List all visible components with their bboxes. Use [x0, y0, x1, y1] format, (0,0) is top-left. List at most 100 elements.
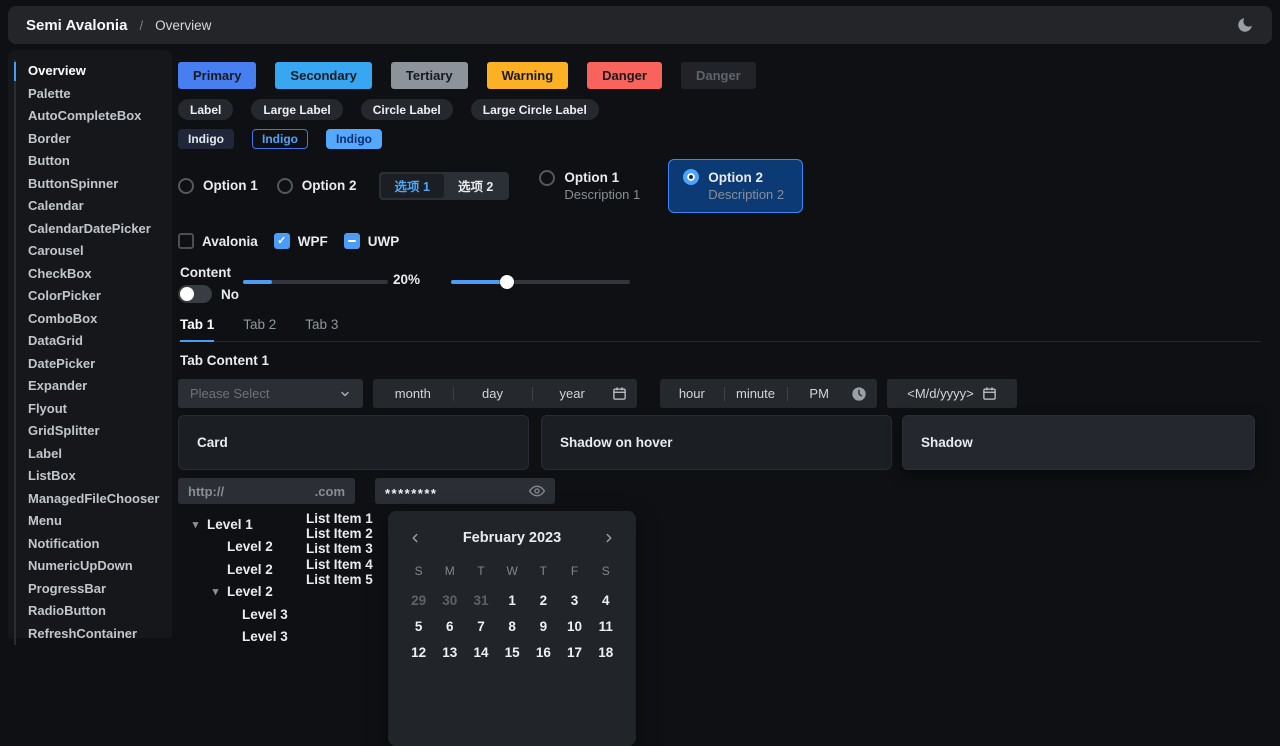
calendar-day[interactable]: 18 — [590, 639, 621, 665]
tree-node[interactable]: Level 3 — [182, 626, 288, 649]
time-picker-segment[interactable]: hour — [660, 379, 724, 408]
sidebar-item[interactable]: Label — [16, 443, 172, 466]
sidebar-item[interactable]: Button — [16, 150, 172, 173]
date-picker-segment[interactable]: month — [373, 379, 453, 408]
checkbox[interactable]: ✓ WPF — [274, 233, 328, 249]
calendar-day[interactable]: 10 — [559, 613, 590, 639]
sidebar-item[interactable]: ColorPicker — [16, 285, 172, 308]
calendar-date-picker[interactable]: <M/d/yyyy> — [887, 379, 1017, 408]
sidebar-item[interactable]: ListBox — [16, 465, 172, 488]
calendar-day[interactable]: 4 — [590, 587, 621, 613]
sidebar-item[interactable]: Expander — [16, 375, 172, 398]
calendar-icon[interactable] — [982, 386, 997, 401]
calendar-day[interactable]: 13 — [434, 639, 465, 665]
tree-node[interactable]: Level 2 — [182, 536, 288, 559]
moon-icon[interactable] — [1236, 16, 1254, 34]
sidebar-item[interactable]: AutoCompleteBox — [16, 105, 172, 128]
tab[interactable]: Tab 1 — [180, 315, 214, 342]
calendar-day[interactable]: 12 — [403, 639, 434, 665]
calendar-day[interactable]: 8 — [497, 613, 528, 639]
sidebar-item[interactable]: Carousel — [16, 240, 172, 263]
calendar-day[interactable]: 29 — [403, 587, 434, 613]
eye-icon[interactable] — [529, 483, 545, 499]
sidebar-item[interactable]: Calendar — [16, 195, 172, 218]
date-picker-segment[interactable]: year — [532, 379, 612, 408]
demo-button[interactable]: Danger — [587, 62, 662, 89]
sidebar-item[interactable]: NumericUpDown — [16, 555, 172, 578]
radio-card-selected[interactable]: Option 2 Description 2 — [668, 159, 803, 213]
list-item[interactable]: List Item 2 — [306, 526, 373, 541]
sidebar-item[interactable]: Border — [16, 128, 172, 151]
list-item[interactable]: List Item 1 — [306, 511, 373, 526]
sidebar-item[interactable]: GridSplitter — [16, 420, 172, 443]
tree-node[interactable]: Level 3 — [182, 603, 288, 626]
sidebar-item[interactable]: DatePicker — [16, 353, 172, 376]
calendar-day[interactable]: 15 — [497, 639, 528, 665]
radio-with-description[interactable]: Option 1 Description 1 — [539, 169, 640, 203]
date-picker[interactable]: monthdayyear — [373, 379, 637, 408]
sidebar-item[interactable]: Flyout — [16, 398, 172, 421]
slider[interactable] — [451, 280, 630, 284]
chevron-down-icon[interactable]: ▾ — [190, 518, 201, 531]
calendar-day[interactable]: 17 — [559, 639, 590, 665]
time-picker-segment[interactable]: PM — [787, 379, 851, 408]
calendar-day[interactable]: 3 — [559, 587, 590, 613]
sidebar-item[interactable]: Menu — [16, 510, 172, 533]
sidebar-item[interactable]: ProgressBar — [16, 578, 172, 601]
calendar-icon[interactable] — [612, 386, 627, 401]
sidebar-item[interactable]: RadioButton — [16, 600, 172, 623]
tab[interactable]: Tab 2 — [243, 315, 276, 341]
url-input[interactable]: http:// .com — [178, 478, 355, 504]
slider-thumb[interactable] — [500, 275, 514, 289]
calendar-day[interactable]: 1 — [497, 587, 528, 613]
sidebar-item[interactable]: Notification — [16, 533, 172, 556]
toggle-switch[interactable] — [178, 285, 212, 303]
calendar-day[interactable]: 2 — [528, 587, 559, 613]
time-picker[interactable]: hourminutePM — [660, 379, 877, 408]
sidebar-item[interactable]: CalendarDatePicker — [16, 218, 172, 241]
sidebar-item[interactable]: Palette — [16, 83, 172, 106]
demo-button[interactable]: Tertiary — [391, 62, 468, 89]
tree-node[interactable]: ▾ Level 1 — [182, 513, 288, 536]
clock-icon[interactable] — [851, 386, 867, 402]
radio-option-1[interactable]: Option 1 — [178, 178, 258, 194]
list-item[interactable]: List Item 5 — [306, 572, 373, 587]
checkbox[interactable]: Avalonia — [178, 233, 258, 249]
calendar-day[interactable]: 31 — [465, 587, 496, 613]
date-picker-segment[interactable]: day — [453, 379, 533, 408]
demo-button[interactable]: Primary — [178, 62, 256, 89]
password-input[interactable]: ******** — [375, 478, 555, 504]
chevron-down-icon[interactable]: ▾ — [210, 585, 221, 598]
sidebar-item[interactable]: DataGrid — [16, 330, 172, 353]
segmented-option[interactable]: 选项 1 — [381, 174, 444, 198]
chevron-left-icon[interactable] — [403, 526, 427, 550]
calendar-month-title[interactable]: February 2023 — [427, 530, 597, 546]
calendar-day[interactable]: 30 — [434, 587, 465, 613]
chevron-right-icon[interactable] — [597, 526, 621, 550]
radio-option-2[interactable]: Option 2 — [277, 178, 357, 194]
demo-button[interactable]: Secondary — [275, 62, 371, 89]
tab[interactable]: Tab 3 — [305, 315, 338, 341]
segmented-option[interactable]: 选项 2 — [444, 174, 507, 198]
segmented-control[interactable]: 选项 1 选项 2 — [379, 172, 510, 200]
calendar-day[interactable]: 6 — [434, 613, 465, 639]
tree-node[interactable]: Level 2 — [182, 558, 288, 581]
calendar-day[interactable]: 11 — [590, 613, 621, 639]
checkbox[interactable]: UWP — [344, 233, 400, 249]
time-picker-segment[interactable]: minute — [724, 379, 788, 408]
sidebar-item[interactable]: ComboBox — [16, 308, 172, 331]
select-dropdown[interactable]: Please Select — [178, 379, 363, 408]
list-item[interactable]: List Item 3 — [306, 541, 373, 556]
sidebar-item[interactable]: CheckBox — [16, 263, 172, 286]
card-shadow-on-hover[interactable]: Shadow on hover — [541, 415, 892, 470]
calendar-day[interactable]: 14 — [465, 639, 496, 665]
demo-button[interactable]: Warning — [487, 62, 569, 89]
calendar-day[interactable]: 9 — [528, 613, 559, 639]
calendar-day[interactable]: 5 — [403, 613, 434, 639]
sidebar-item[interactable]: ManagedFileChooser — [16, 488, 172, 511]
sidebar-item[interactable]: Overview — [16, 60, 172, 83]
demo-button[interactable]: Danger — [681, 62, 756, 89]
list-item[interactable]: List Item 4 — [306, 557, 373, 572]
tree-node[interactable]: ▾ Level 2 — [182, 581, 288, 604]
calendar-day[interactable]: 7 — [465, 613, 496, 639]
